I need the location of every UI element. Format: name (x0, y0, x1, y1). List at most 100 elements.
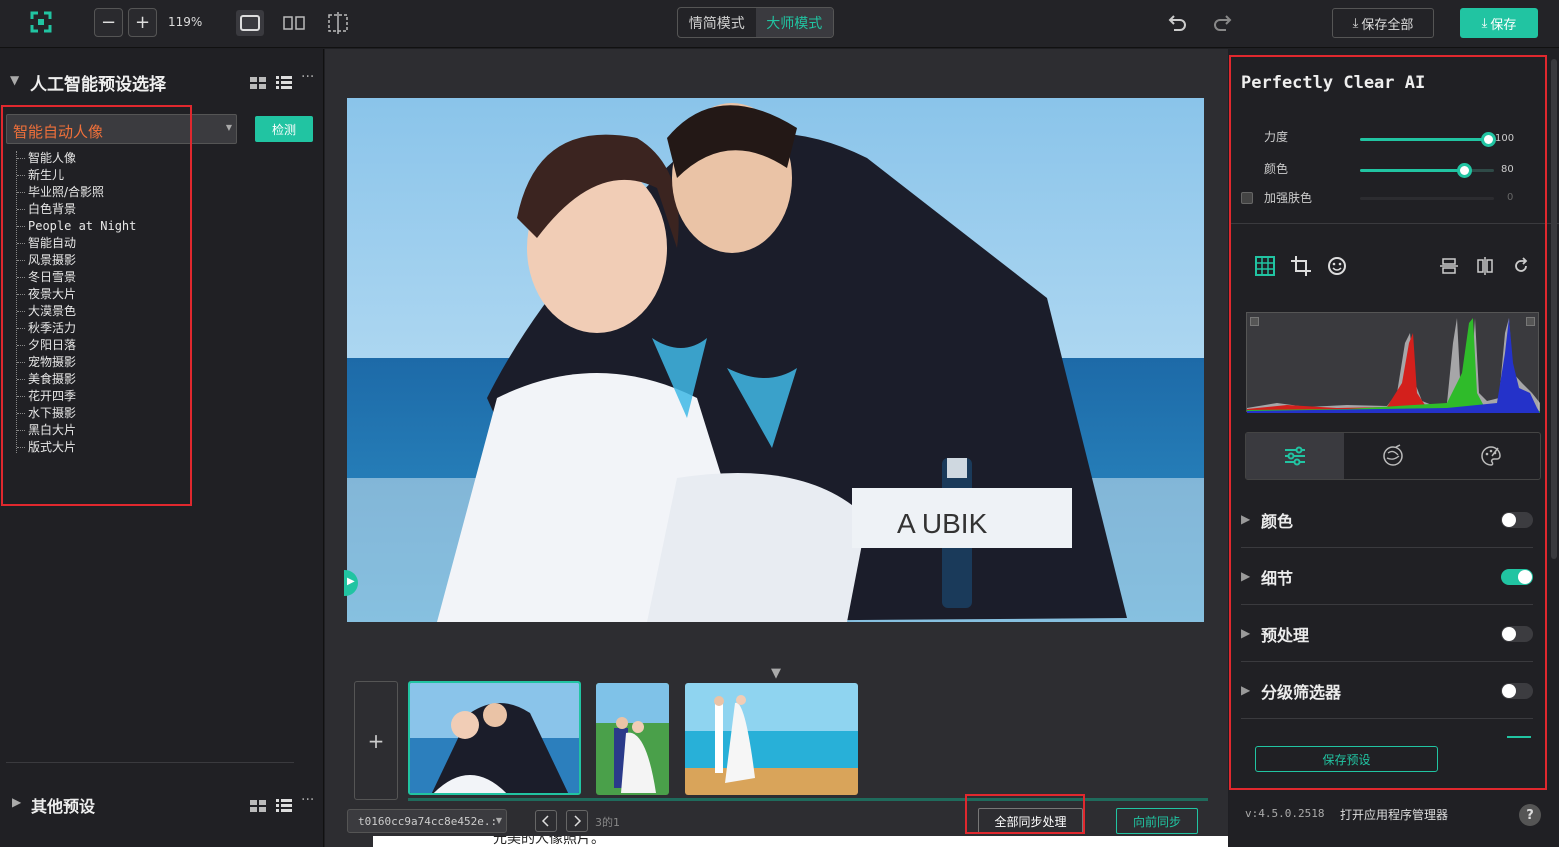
chevron-right-icon (574, 815, 582, 827)
grid-view-icon[interactable] (250, 74, 266, 93)
more-options-icon[interactable]: ··· (301, 69, 314, 85)
expand-triangle-icon[interactable]: ▶ (1241, 626, 1250, 640)
thumbnail-3[interactable] (685, 683, 858, 795)
highlight-clip-toggle[interactable] (1526, 317, 1535, 326)
section-row[interactable]: ▶ 颜色 (1241, 492, 1533, 548)
section-row[interactable]: ▶ 预处理 (1241, 606, 1533, 662)
list-view-icon[interactable] (276, 797, 292, 816)
tab-simple-mode[interactable]: 情简模式 (678, 8, 756, 37)
redo-icon[interactable] (1212, 12, 1234, 38)
single-view-button[interactable] (236, 10, 264, 36)
section-row[interactable]: ▶ 分级筛选器 (1241, 663, 1533, 719)
undo-icon[interactable] (1166, 12, 1188, 38)
preset-item[interactable]: 夕阳日落 (0, 337, 190, 354)
section-toggle[interactable] (1501, 683, 1533, 699)
expand-triangle-icon[interactable]: ▶ (1241, 683, 1250, 697)
main-photo[interactable]: A UBIK (347, 98, 1204, 622)
section-toggle[interactable] (1501, 512, 1533, 528)
expand-triangle-icon[interactable]: ▶ (1241, 512, 1250, 526)
skin-slider[interactable] (1360, 197, 1494, 200)
preset-item[interactable]: 智能自动 (0, 235, 190, 252)
preset-item[interactable]: 夜景大片 (0, 286, 190, 303)
prev-page-button[interactable] (535, 810, 557, 832)
zoom-level: 119% (168, 15, 203, 29)
face-icon[interactable] (1327, 256, 1347, 280)
section-toggle[interactable] (1501, 626, 1533, 642)
preset-item[interactable]: 毕业照/合影照 (0, 184, 190, 201)
preset-item[interactable]: 黑白大片 (0, 422, 190, 439)
right-panel: Perfectly Clear AI 力度 100 颜色 80 加强肤色 0 ▶… (1229, 49, 1559, 847)
preset-item[interactable]: 水下摄影 (0, 405, 190, 422)
tab-effects[interactable] (1442, 433, 1540, 479)
flip-vertical-icon[interactable] (1440, 257, 1458, 279)
detect-button[interactable]: 检测 (255, 116, 313, 142)
save-button[interactable]: ⤓ 保存 (1460, 8, 1538, 38)
preset-item[interactable]: 美食摄影 (0, 371, 190, 388)
preset-item[interactable]: 版式大片 (0, 439, 190, 456)
preset-item[interactable]: 风景摄影 (0, 252, 190, 269)
file-select[interactable]: t0160cc9a74cc8e452e.: ▼ (347, 809, 507, 833)
preset-item[interactable]: 白色背景 (0, 201, 190, 218)
preset-item[interactable]: 花开四季 (0, 388, 190, 405)
add-image-button[interactable]: + (354, 681, 398, 800)
compare-view-button[interactable] (324, 10, 352, 36)
help-icon[interactable]: ? (1519, 804, 1541, 826)
filmstrip-toggle-icon[interactable]: ▼ (771, 666, 781, 681)
shadow-clip-toggle[interactable] (1250, 317, 1259, 326)
mode-switch: 情简模式 大师模式 (677, 7, 834, 38)
preset-item[interactable]: 冬日雪景 (0, 269, 190, 286)
preset-item[interactable]: 秋季活力 (0, 320, 190, 337)
color-value: 80 (1501, 164, 1514, 175)
panel-scrollbar[interactable] (1551, 59, 1557, 559)
section-label: 预处理 (1261, 626, 1310, 645)
preset-section-title: 人工智能预设选择 (30, 75, 166, 95)
open-manager-link[interactable]: 打开应用程序管理器 (1340, 806, 1448, 823)
chevron-down-icon: ▼ (225, 123, 232, 132)
grid-view-icon[interactable] (250, 797, 266, 816)
crop-icon[interactable] (1291, 256, 1311, 280)
flip-horizontal-icon[interactable] (1476, 257, 1494, 279)
preset-item[interactable]: 宠物摄影 (0, 354, 190, 371)
list-view-icon[interactable] (276, 74, 292, 93)
download-icon: ⤓ (1481, 15, 1488, 31)
tab-ai-enhance[interactable] (1344, 433, 1441, 479)
save-preset-button[interactable]: 保存预设 (1255, 746, 1438, 772)
color-label: 颜色 (1264, 162, 1289, 176)
filmstrip-scrollbar[interactable] (408, 798, 1208, 801)
palette-icon (1481, 446, 1501, 466)
skin-checkbox[interactable] (1241, 192, 1253, 204)
color-slider-handle[interactable] (1457, 163, 1472, 178)
sync-forward-button[interactable]: 向前同步 (1116, 808, 1198, 834)
thumbnail-2[interactable] (596, 683, 669, 795)
strength-slider[interactable] (1360, 132, 1496, 147)
split-view-button[interactable] (280, 10, 308, 36)
expand-triangle-icon[interactable]: ▶ (12, 795, 21, 809)
strength-slider-handle[interactable] (1481, 132, 1496, 147)
collapse-triangle-icon[interactable]: ▼ (10, 73, 19, 87)
grid-tool-icon[interactable] (1255, 256, 1275, 280)
more-options-icon[interactable]: ··· (301, 792, 314, 808)
sync-all-button[interactable]: 全部同步处理 (978, 808, 1083, 834)
thumbnail-1[interactable] (408, 681, 581, 795)
divider (1229, 223, 1559, 224)
tab-master-mode[interactable]: 大师模式 (755, 8, 833, 37)
next-page-button[interactable] (566, 810, 588, 832)
zoom-out-button[interactable]: − (94, 8, 123, 37)
preset-item[interactable]: People at Night (0, 218, 190, 235)
preset-item[interactable]: 大漠景色 (0, 303, 190, 320)
color-slider[interactable] (1360, 163, 1494, 178)
rotate-icon[interactable] (1512, 257, 1530, 279)
preset-list: 智能人像 新生儿 毕业照/合影照 白色背景 People at Night 智能自动 风景摄… (0, 150, 190, 456)
page-info: 3的1 (595, 816, 620, 829)
preset-item[interactable]: 新生儿 (0, 167, 190, 184)
section-toggle[interactable] (1501, 569, 1533, 585)
strength-value: 100 (1495, 133, 1515, 144)
save-all-button[interactable]: ⤓ 保存全部 (1332, 8, 1434, 38)
expand-triangle-icon[interactable]: ▶ (1241, 569, 1250, 583)
preset-select[interactable]: 智能自动人像 ▼ (6, 114, 237, 144)
scroll-indicator (1507, 736, 1531, 738)
section-row[interactable]: ▶ 细节 (1241, 549, 1533, 605)
preset-item[interactable]: 智能人像 (0, 150, 190, 167)
tab-adjust[interactable] (1246, 433, 1345, 479)
zoom-in-button[interactable]: + (128, 8, 157, 37)
